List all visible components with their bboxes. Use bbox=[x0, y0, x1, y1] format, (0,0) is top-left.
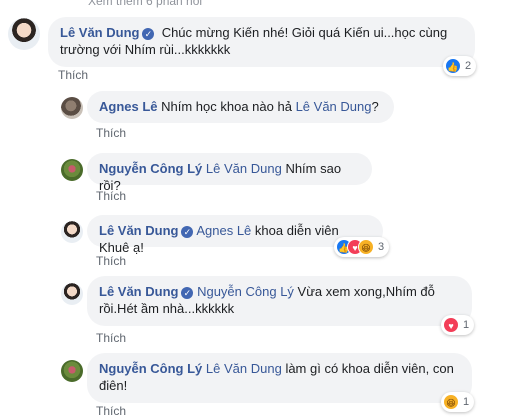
reply-text-line2: rồi.Hét ầm nhà...kkkkkk bbox=[99, 301, 235, 316]
haha-reaction-icon: 😆 bbox=[443, 394, 459, 410]
reaction-summary[interactable]: 👍 2 bbox=[443, 56, 477, 76]
reply-text: Vừa xem xong,Nhím đỗ bbox=[297, 284, 435, 299]
reply-bubble: Nguyễn Công Lý Lê Văn Dung làm gì có kho… bbox=[87, 353, 472, 403]
reply-text-line2: điên! bbox=[99, 378, 128, 393]
comment-author[interactable]: Lê Văn Dung bbox=[60, 25, 139, 40]
reaction-summary[interactable]: ♥ 1 bbox=[441, 315, 475, 335]
reply-mention[interactable]: Lê Văn Dung bbox=[206, 161, 282, 176]
reply-mention[interactable]: Nguyễn Công Lý bbox=[197, 284, 294, 299]
reply-tail: ? bbox=[371, 99, 379, 114]
reply-mention[interactable]: Lê Văn Dung bbox=[296, 99, 372, 114]
verified-badge-icon: ✓ bbox=[181, 226, 194, 238]
reaction-count: 3 bbox=[378, 241, 385, 253]
like-link[interactable]: Thích bbox=[96, 331, 126, 345]
comment-text-line2: trường với Nhím rùi...kkkkkkk bbox=[60, 42, 231, 57]
reaction-summary[interactable]: 😆 1 bbox=[441, 392, 475, 412]
like-link[interactable]: Thích bbox=[96, 254, 126, 268]
reply-author[interactable]: Lê Văn Dung bbox=[99, 284, 178, 299]
reply-bubble: Agnes Lê Nhím học khoa nào hả Lê Văn Dun… bbox=[87, 91, 394, 123]
love-reaction-icon: ♥ bbox=[443, 317, 459, 333]
reaction-count: 2 bbox=[465, 60, 472, 72]
comment-bubble: Lê Văn Dung ✓ Chúc mừng Kiến nhé! Giỏi qu… bbox=[48, 17, 475, 67]
avatar[interactable] bbox=[61, 221, 83, 243]
reply-author[interactable]: Lê Văn Dung bbox=[99, 223, 178, 238]
reply-bubble: Nguyễn Công Lý Lê Văn Dung Nhím sao rồi? bbox=[87, 153, 372, 193]
like-reaction-icon: 👍 bbox=[445, 58, 461, 74]
reaction-summary[interactable]: 👍 ♥ 😆 3 bbox=[334, 237, 390, 257]
comment-text-line1: Chúc mừng Kiến nhé! Giỏi quá Kiến ui...h… bbox=[161, 25, 448, 40]
like-link[interactable]: Thích bbox=[96, 126, 126, 140]
avatar[interactable] bbox=[8, 18, 40, 50]
avatar[interactable] bbox=[61, 159, 83, 181]
avatar[interactable] bbox=[61, 283, 83, 305]
like-link[interactable]: Thích bbox=[58, 68, 88, 82]
reply-mention[interactable]: Lê Văn Dung bbox=[206, 361, 282, 376]
haha-reaction-icon: 😆 bbox=[358, 239, 374, 255]
reply-text: làm gì có khoa diễn viên, con bbox=[285, 361, 454, 376]
reaction-count: 1 bbox=[463, 319, 470, 331]
verified-badge-icon: ✓ bbox=[142, 28, 155, 40]
like-link[interactable]: Thích bbox=[96, 189, 126, 203]
reply-mention[interactable]: Agnes Lê bbox=[196, 223, 251, 238]
reply-bubble: Lê Văn Dung ✓ Nguyễn Công Lý Vừa xem xong… bbox=[87, 276, 472, 326]
avatar[interactable] bbox=[61, 97, 83, 119]
reply-author[interactable]: Agnes Lê bbox=[99, 99, 158, 114]
reaction-count: 1 bbox=[463, 396, 470, 408]
reply-author[interactable]: Nguyễn Công Lý bbox=[99, 161, 202, 176]
avatar[interactable] bbox=[61, 360, 83, 382]
like-link[interactable]: Thích bbox=[96, 404, 126, 418]
reply-author[interactable]: Nguyễn Công Lý bbox=[99, 361, 202, 376]
reply-text: Nhím học khoa nào hả bbox=[161, 99, 292, 114]
view-more-replies-link[interactable]: Xem thêm 6 phản hồi bbox=[88, 0, 202, 8]
verified-badge-icon: ✓ bbox=[181, 287, 194, 299]
